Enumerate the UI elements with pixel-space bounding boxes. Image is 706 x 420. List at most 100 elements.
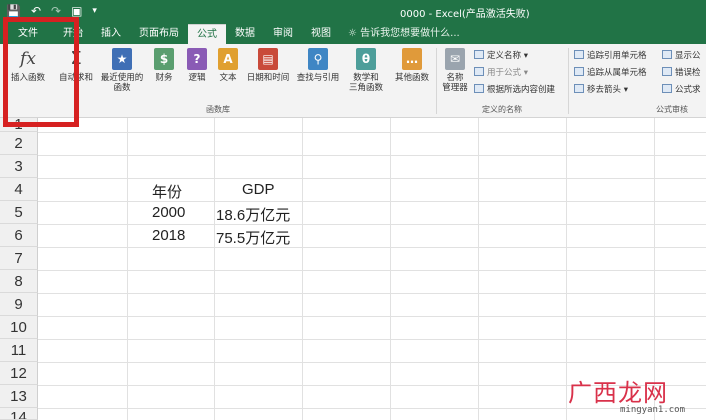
- row-header[interactable]: 3: [0, 155, 38, 178]
- recently-used-label-2: 函数: [113, 83, 131, 93]
- lookup-label: 查找与引用: [296, 73, 340, 83]
- row-header[interactable]: 6: [0, 224, 38, 247]
- text-label: 文本: [219, 73, 237, 83]
- lookup-reference-button[interactable]: ⚲ 查找与引用: [294, 48, 342, 83]
- group-separator: [436, 48, 437, 114]
- tell-me-box[interactable]: ☼ 告诉我您想要做什么...: [340, 24, 469, 44]
- row-header[interactable]: 11: [0, 339, 38, 362]
- name-manager-label-2: 管理器: [442, 83, 468, 93]
- more-functions-button[interactable]: … 其他函数: [391, 48, 433, 83]
- name-tag-icon: ✉: [445, 48, 465, 70]
- create-from-selection-label: 根据所选内容创建: [487, 85, 556, 95]
- tab-view[interactable]: 视图: [302, 24, 340, 44]
- calendar-book-icon: ▤: [258, 48, 278, 70]
- row-divider: [38, 247, 706, 248]
- remove-arrows-label: 移去箭头: [587, 85, 622, 95]
- tab-formulas[interactable]: 公式: [188, 24, 226, 44]
- column-divider: [214, 118, 215, 420]
- cell-c6[interactable]: 2018: [152, 227, 185, 244]
- logical-button[interactable]: ? 逻辑: [183, 48, 211, 83]
- cell-c4[interactable]: 年份: [152, 181, 182, 202]
- define-name-icon: [474, 50, 484, 59]
- cell-d4[interactable]: GDP: [242, 181, 275, 198]
- trace-precedents-button[interactable]: 追踪引用单元格: [574, 50, 647, 62]
- show-formulas-icon: [662, 50, 672, 59]
- define-name-label: 定义名称: [487, 51, 522, 61]
- watermark-text: 广西龙网: [568, 379, 668, 407]
- column-divider: [566, 118, 567, 420]
- create-from-selection-icon: [474, 84, 484, 93]
- error-checking-label: 错误检: [675, 68, 701, 78]
- theta-book-icon: θ: [356, 48, 376, 70]
- star-icon: ★: [112, 48, 132, 70]
- tab-insert[interactable]: 插入: [92, 24, 130, 44]
- cell-d5[interactable]: 18.6万亿元: [216, 204, 290, 225]
- datetime-label: 日期和时间: [246, 73, 290, 83]
- math-label-2: 三角函数: [348, 83, 383, 93]
- trace-dependents-button[interactable]: 追踪从属单元格: [574, 67, 647, 79]
- evaluate-formula-label: 公式求: [675, 85, 701, 95]
- row-header[interactable]: 12: [0, 362, 38, 385]
- row-header[interactable]: 9: [0, 293, 38, 316]
- use-in-formula-button[interactable]: 用于公式 ▾: [474, 67, 528, 79]
- customize-icon[interactable]: ▾: [92, 3, 97, 19]
- name-manager-button[interactable]: ✉ 名称 管理器: [438, 48, 472, 93]
- column-divider: [127, 118, 128, 420]
- evaluate-formula-icon: [662, 84, 672, 93]
- watermark-url: mingyan1.com: [620, 405, 686, 415]
- use-in-formula-label: 用于公式: [487, 68, 522, 78]
- cell-d6[interactable]: 75.5万亿元: [216, 227, 290, 248]
- create-from-selection-button[interactable]: 根据所选内容创建: [474, 84, 555, 96]
- row-header[interactable]: 4: [0, 178, 38, 201]
- title-bar: 💾 ↶ ↷ ▣ ▾ 0000 - Excel(产品激活失败): [0, 0, 706, 24]
- math-label-1: 数学和: [353, 73, 379, 83]
- financial-button[interactable]: $ 财务: [150, 48, 178, 83]
- formula-auditing-group-label: 公式审核: [656, 105, 688, 114]
- use-in-formula-icon: [474, 67, 484, 76]
- trace-precedents-label: 追踪引用单元格: [587, 51, 647, 61]
- row-header[interactable]: 2: [0, 132, 38, 155]
- financial-label: 财务: [155, 73, 173, 83]
- tell-me-text: 告诉我您想要做什么...: [360, 28, 460, 39]
- tab-data[interactable]: 数据: [226, 24, 264, 44]
- ribbon-tabs: 文件 开始 插入 页面布局 公式 数据 审阅 视图 ☼ 告诉我您想要做什么...: [0, 24, 706, 44]
- remove-arrows-button[interactable]: 移去箭头 ▾: [574, 84, 628, 96]
- lookup-book-icon: ⚲: [308, 48, 328, 70]
- tab-page-layout[interactable]: 页面布局: [130, 24, 188, 44]
- error-checking-icon: [662, 67, 672, 76]
- defined-names-group-label: 定义的名称: [482, 105, 522, 114]
- column-divider: [302, 118, 303, 420]
- row-divider: [38, 155, 706, 156]
- row-header[interactable]: 10: [0, 316, 38, 339]
- tab-review[interactable]: 审阅: [264, 24, 302, 44]
- row-header[interactable]: 5: [0, 201, 38, 224]
- function-library-group-label: 函数库: [206, 105, 230, 114]
- financial-book-icon: $: [154, 48, 174, 70]
- cell-c5[interactable]: 2000: [152, 204, 185, 221]
- row-header[interactable]: 14: [0, 408, 38, 420]
- group-separator: [568, 48, 569, 114]
- evaluate-formula-button[interactable]: 公式求: [662, 84, 701, 96]
- row-divider: [38, 362, 706, 363]
- trace-dependents-label: 追踪从属单元格: [587, 68, 647, 78]
- math-trig-button[interactable]: θ 数学和 三角函数: [344, 48, 388, 93]
- row-header[interactable]: 8: [0, 270, 38, 293]
- row-divider: [38, 178, 706, 179]
- row-header[interactable]: 7: [0, 247, 38, 270]
- remove-arrows-icon: [574, 84, 584, 93]
- text-book-icon: A: [218, 48, 238, 70]
- row-header[interactable]: 13: [0, 385, 38, 408]
- row-divider: [38, 201, 706, 202]
- ribbon: fx 插入函数 Σ 自动求和 ★ 最近使用的 函数 $ 财务 ? 逻辑 A 文本…: [0, 44, 706, 118]
- name-manager-label-1: 名称: [446, 73, 464, 83]
- recently-used-button[interactable]: ★ 最近使用的 函数: [99, 48, 145, 93]
- recently-used-label-1: 最近使用的: [100, 73, 144, 83]
- define-name-button[interactable]: 定义名称 ▾: [474, 50, 528, 62]
- datetime-button[interactable]: ▤ 日期和时间: [244, 48, 292, 83]
- show-formulas-button[interactable]: 显示公: [662, 50, 701, 62]
- error-checking-button[interactable]: 错误检: [662, 67, 701, 79]
- lightbulb-icon: ☼: [348, 28, 361, 39]
- text-button[interactable]: A 文本: [214, 48, 242, 83]
- row-divider: [38, 339, 706, 340]
- highlight-box: [3, 17, 79, 127]
